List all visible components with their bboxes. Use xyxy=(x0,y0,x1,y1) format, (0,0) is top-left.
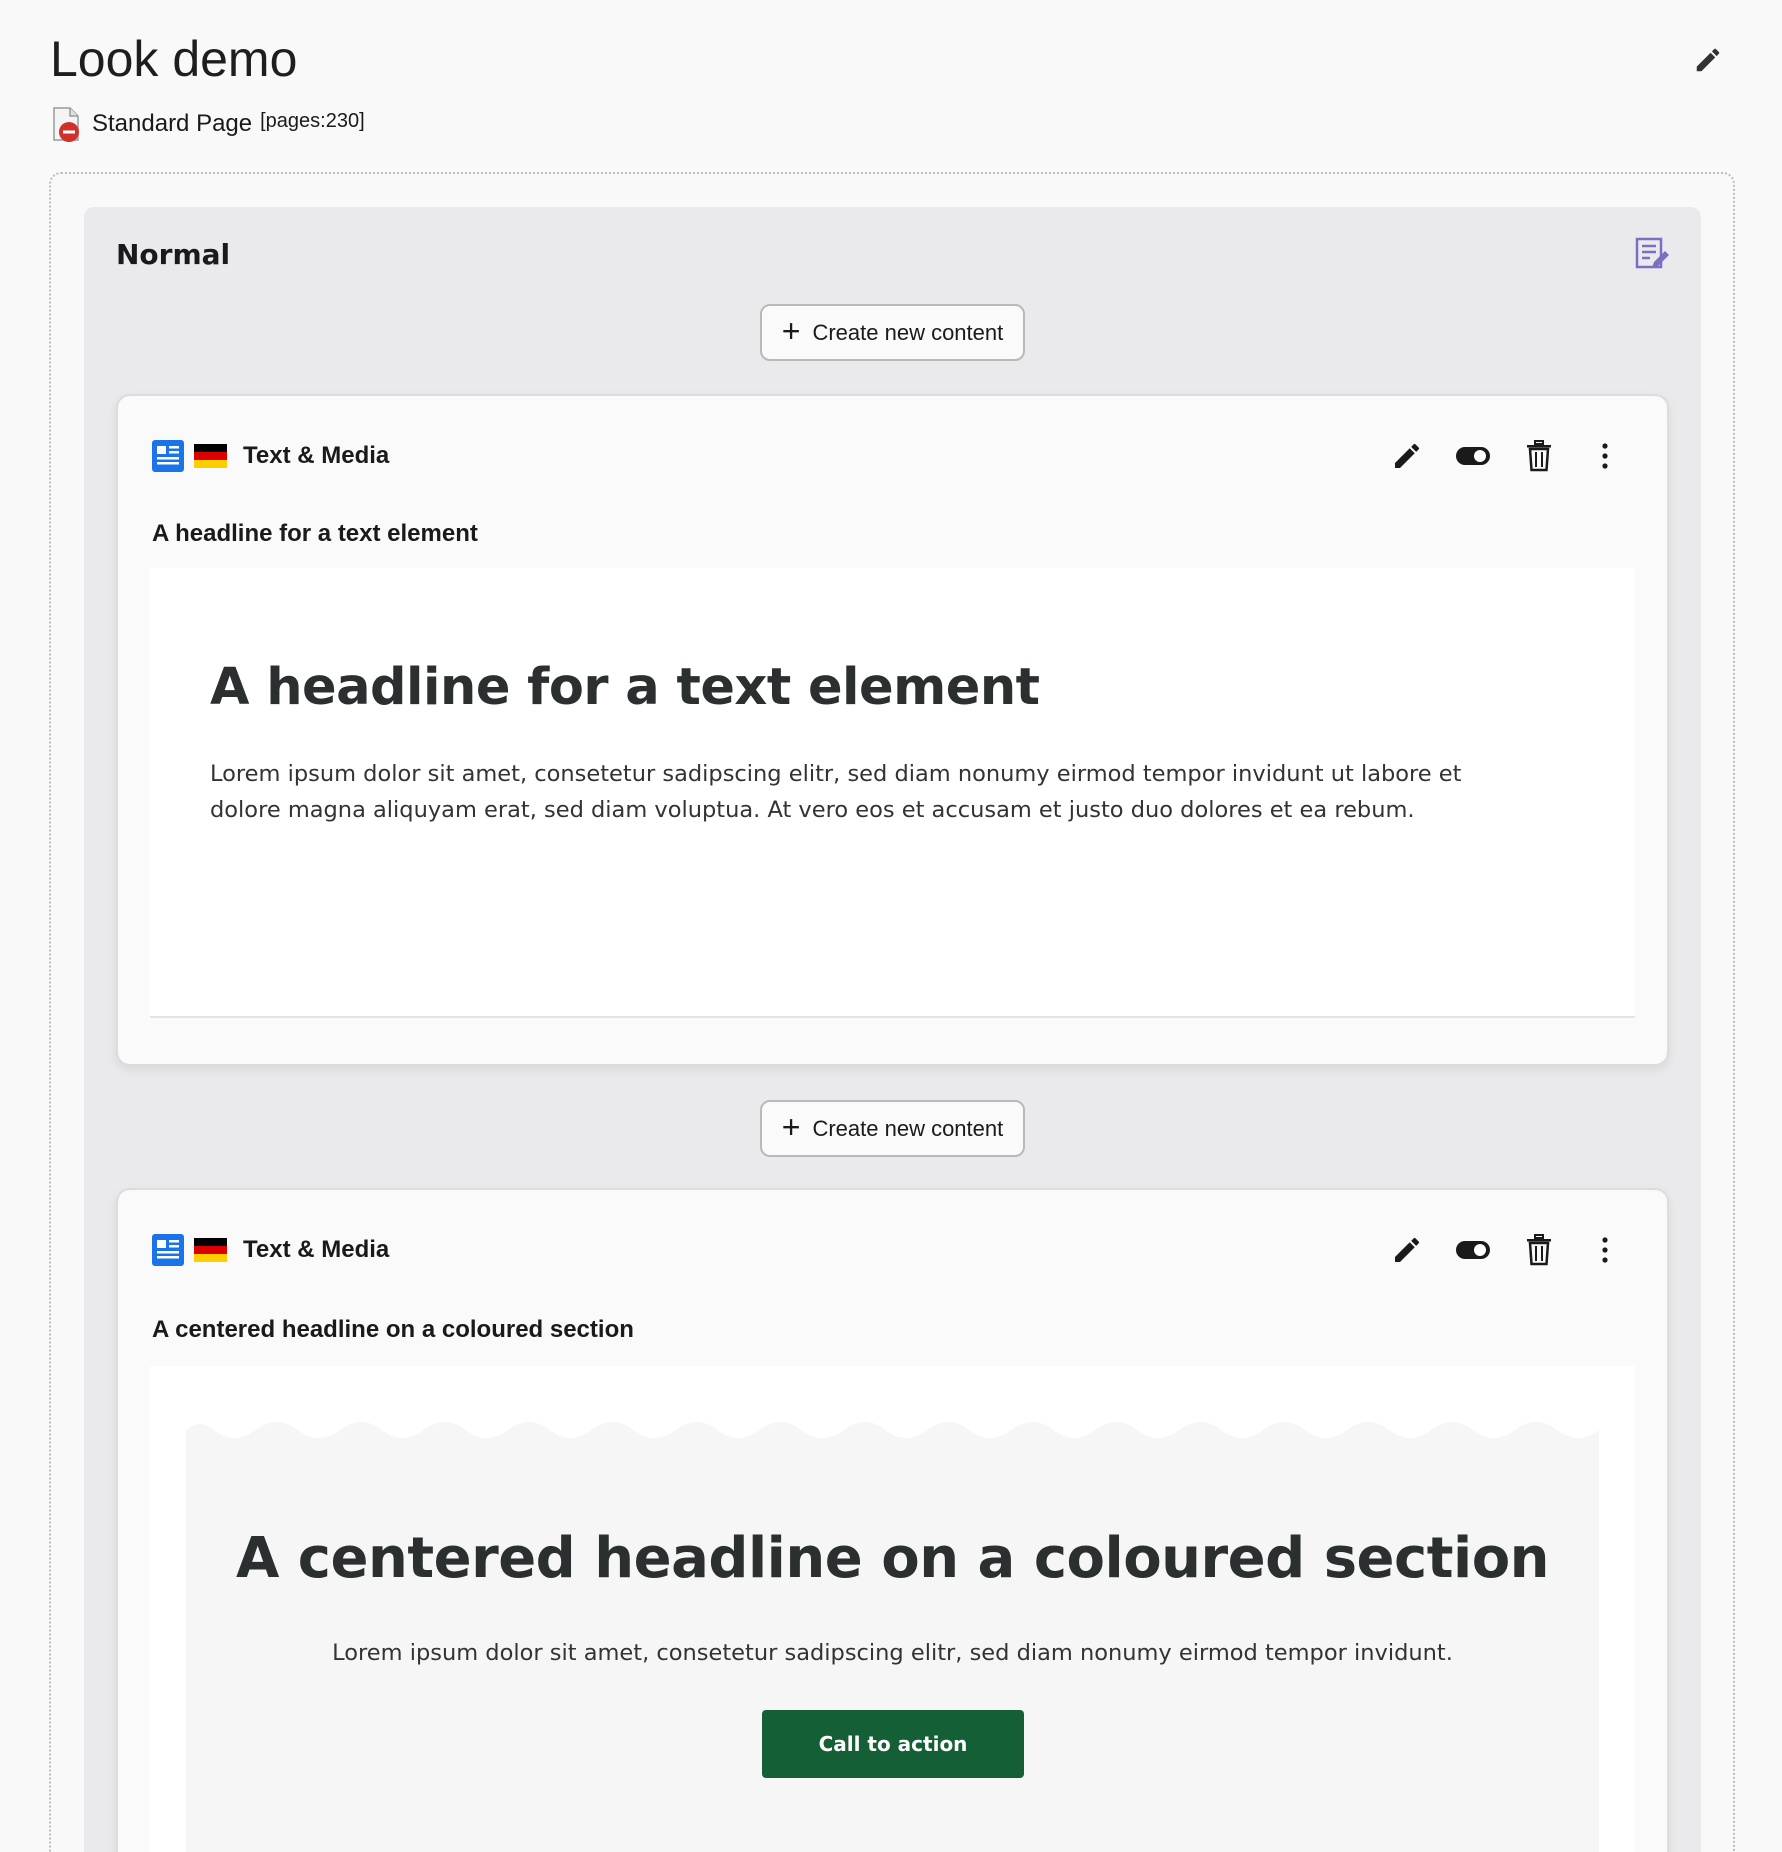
edit-content-button[interactable] xyxy=(1385,1228,1429,1272)
pencil-icon xyxy=(1395,1237,1420,1262)
pencil-icon xyxy=(1696,48,1720,72)
plus-icon: + xyxy=(781,313,801,349)
preview-headline: A headline for a text element xyxy=(210,658,1040,717)
trash-icon xyxy=(1527,440,1551,472)
more-actions-button[interactable] xyxy=(1583,434,1627,478)
page-id: [pages:230] xyxy=(260,109,365,132)
section-text: Lorem ipsum dolor sit amet, consetetur s… xyxy=(332,1640,1453,1666)
content-preview: A headline for a text element Lorem ipsu… xyxy=(150,568,1635,1016)
edit-page-button[interactable] xyxy=(1688,40,1728,80)
preview-divider xyxy=(150,1016,1635,1018)
more-vertical-icon xyxy=(1602,1237,1608,1263)
preview-text: Lorem ipsum dolor sit amet, consetetur s… xyxy=(210,761,1462,823)
content-element-card[interactable]: Text & Media A headline for a text eleme… xyxy=(116,394,1669,1066)
pencil-icon xyxy=(1395,443,1420,468)
edit-content-button[interactable] xyxy=(1385,434,1429,478)
delete-content-button[interactable] xyxy=(1517,434,1561,478)
page-hidden-icon xyxy=(53,107,79,142)
page-type-label: Standard Page xyxy=(92,110,253,137)
create-content-label: Create new content xyxy=(812,1115,1004,1141)
plus-icon: + xyxy=(781,1109,801,1145)
text-media-icon xyxy=(152,1234,184,1266)
toggle-visibility-button[interactable] xyxy=(1451,1228,1495,1272)
more-vertical-icon xyxy=(1602,443,1608,469)
edit-list-icon xyxy=(1635,237,1669,269)
coloured-section: A centered headline on a coloured sectio… xyxy=(186,1416,1599,1852)
section-headline: A centered headline on a coloured sectio… xyxy=(235,1526,1550,1591)
create-content-label: Create new content xyxy=(812,319,1004,345)
delete-content-button[interactable] xyxy=(1517,1228,1561,1272)
page-title: Look demo xyxy=(50,31,298,87)
edit-column-button[interactable] xyxy=(1634,236,1670,272)
content-element-card[interactable]: Text & Media A centered headline on a co… xyxy=(116,1188,1669,1852)
column-title: Normal xyxy=(116,238,231,271)
toggle-visibility-button[interactable] xyxy=(1451,434,1495,478)
content-header: A centered headline on a coloured sectio… xyxy=(152,1316,634,1343)
content-type-label: Text & Media xyxy=(243,1236,390,1263)
page-type-info: Standard Page [pages:230] xyxy=(52,106,365,142)
flag-de-icon xyxy=(194,444,227,468)
more-actions-button[interactable] xyxy=(1583,1228,1627,1272)
content-type-label: Text & Media xyxy=(243,442,390,469)
trash-icon xyxy=(1527,1234,1551,1266)
content-header: A headline for a text element xyxy=(152,520,478,547)
call-to-action-button[interactable]: Call to action xyxy=(762,1710,1024,1778)
content-preview: A centered headline on a coloured sectio… xyxy=(150,1366,1635,1852)
create-content-button[interactable]: + Create new content xyxy=(760,1100,1025,1157)
text-media-icon xyxy=(152,440,184,472)
flag-de-icon xyxy=(194,1238,227,1262)
wave-divider xyxy=(186,1416,1599,1438)
create-content-button[interactable]: + Create new content xyxy=(760,304,1025,361)
toggle-on-icon xyxy=(1456,1241,1490,1259)
toggle-on-icon xyxy=(1456,447,1490,465)
